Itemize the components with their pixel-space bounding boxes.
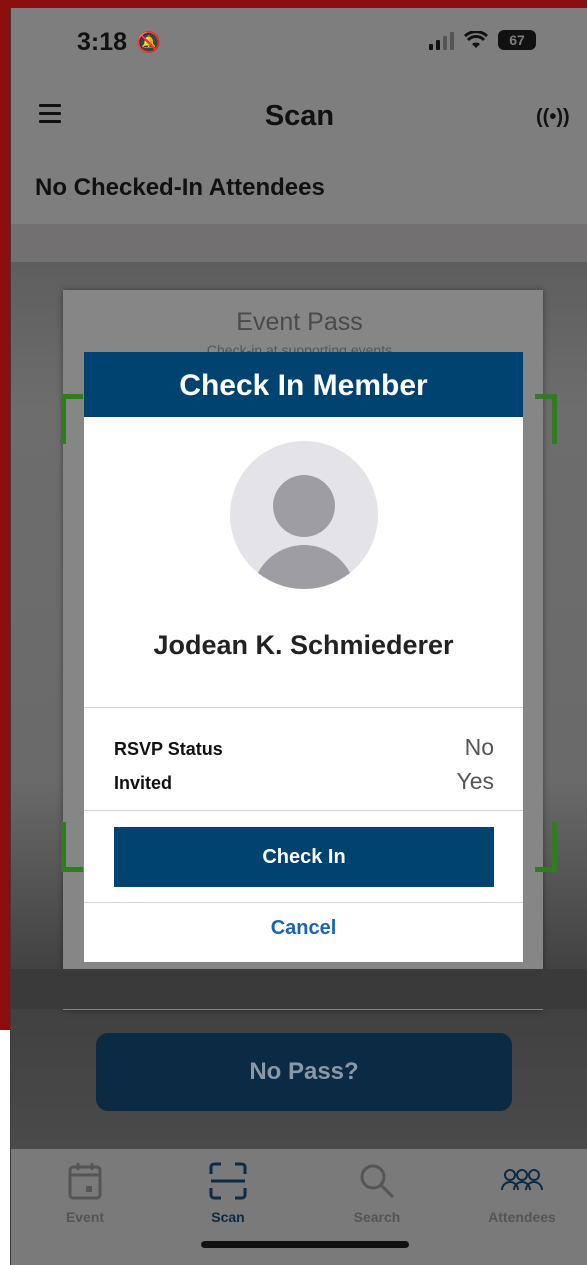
home-indicator[interactable] — [201, 1241, 409, 1248]
divider — [84, 902, 523, 903]
phone-screen: 3:18 🔕 67 Scan ((•)) No Checked-In Atten… — [10, 8, 587, 1265]
calendar-icon — [68, 1163, 102, 1200]
screenshot-frame: 3:18 🔕 67 Scan ((•)) No Checked-In Atten… — [0, 0, 587, 1265]
people-icon — [501, 1169, 543, 1191]
rsvp-status-label: RSVP Status — [114, 739, 223, 759]
dialog-title: Check In Member — [84, 352, 523, 417]
search-icon — [360, 1164, 395, 1199]
scan-icon — [209, 1162, 247, 1200]
invited-row: Invited Yes — [114, 768, 494, 795]
silent-bell-icon: 🔕 — [136, 32, 161, 54]
tab-attendees-label: Attendees — [488, 1209, 556, 1225]
scan-frame-corner-top-right — [535, 394, 557, 444]
status-time: 3:18 — [77, 28, 128, 56]
tab-event-label: Event — [65, 1209, 105, 1225]
tab-search-label: Search — [353, 1209, 401, 1225]
wifi-icon — [464, 31, 488, 48]
tab-event[interactable]: Event — [25, 1161, 145, 1225]
top-bar: 3:18 🔕 67 Scan ((•)) No Checked-In Atten… — [11, 8, 587, 224]
tab-scan[interactable]: Scan — [168, 1161, 288, 1225]
camera-background-strip — [11, 224, 587, 262]
tab-search[interactable]: Search — [317, 1161, 437, 1225]
event-pass-title: Event Pass — [236, 308, 363, 336]
check-in-button[interactable]: Check In — [114, 827, 494, 887]
member-name: Jodean K. Schmiederer — [153, 630, 454, 660]
scan-frame-corner-bottom-left — [61, 822, 83, 872]
cancel-button[interactable]: Cancel — [84, 917, 523, 940]
tab-bar: Event Scan Search Attendees — [11, 1149, 587, 1265]
rsvp-status-row: RSVP Status No — [114, 734, 494, 761]
camera-taskbar-strip — [11, 969, 587, 1009]
tab-attendees[interactable]: Attendees — [462, 1161, 582, 1225]
tab-scan-label: Scan — [211, 1209, 245, 1225]
scan-frame-corner-top-left — [61, 394, 83, 444]
page-title: Scan — [264, 100, 335, 132]
battery-icon: 67 — [498, 30, 536, 50]
broadcast-icon[interactable]: ((•)) — [536, 106, 570, 129]
status-icons: 67 — [429, 30, 536, 50]
no-pass-button[interactable]: No Pass? — [96, 1033, 512, 1111]
invited-label: Invited — [114, 773, 173, 793]
invited-value: Yes — [456, 768, 494, 794]
checked-in-summary: No Checked-In Attendees — [35, 174, 325, 201]
avatar-icon — [230, 441, 378, 589]
signal-icon — [429, 30, 454, 50]
rsvp-status-value: No — [464, 734, 494, 760]
scan-frame-corner-bottom-right — [535, 822, 557, 872]
divider — [84, 707, 523, 708]
divider — [84, 810, 523, 811]
check-in-dialog: Check In Member Jodean K. Schmiederer RS… — [84, 352, 523, 962]
